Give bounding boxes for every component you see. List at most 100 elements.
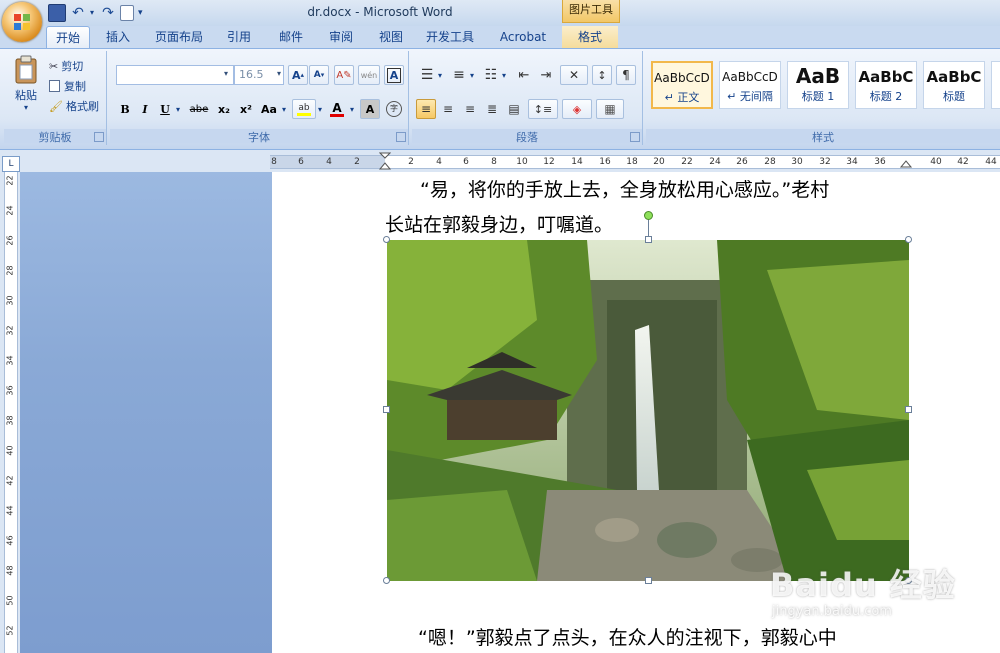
chevron-down-icon[interactable]: ▾ [282,105,286,114]
chinese-layout-icon[interactable]: ✕ [560,65,588,85]
font-name-select[interactable] [116,65,234,85]
chevron-down-icon[interactable]: ▾ [470,71,474,80]
bullets-icon[interactable]: ☰ [416,65,438,85]
chevron-down-icon[interactable]: ▾ [176,105,180,114]
shading-bucket-icon[interactable]: ◈ [562,99,592,119]
highlight-color-button[interactable]: ab [292,99,316,119]
save-icon[interactable] [48,4,66,22]
resize-handle[interactable] [905,406,912,413]
chevron-down-icon[interactable]: ▾ [502,71,506,80]
vertical-ruler-tick-label: 24 [5,205,15,216]
phonetic-guide-icon[interactable]: wén [358,65,380,85]
align-center-icon[interactable]: ≡ [438,99,458,119]
line-spacing-icon[interactable]: ↕≡ [528,99,558,119]
resize-handle[interactable] [383,577,390,584]
paragraph-line[interactable]: “易，将你的手放上去，全身放松用心感应。”老村 [420,175,829,202]
ruler-tick-label: 24 [709,157,721,167]
dialog-launcher-icon[interactable] [94,132,104,142]
tab-mailings[interactable]: 邮件 [270,26,312,48]
font-group: ▾ 16.5 ▾ A ▴ A ▾ A✎ wén A B I U ▾ abe x₂ x²… [110,51,409,145]
resize-handle[interactable] [645,577,652,584]
tab-view[interactable]: 视图 [370,26,412,48]
chevron-down-icon[interactable]: ▾ [318,105,322,114]
character-shading-button[interactable]: A [360,99,380,119]
ruler-tick-label: 44 [985,157,997,167]
paste-button[interactable]: 粘贴 ▾ [8,53,44,113]
tab-insert[interactable]: 插入 [96,26,140,48]
style-title[interactable]: AaBbC 标题 [923,61,985,109]
redo-icon[interactable]: ↷ [100,5,116,21]
change-case-button[interactable]: Aa [258,99,280,119]
style-sample: AaB [795,64,841,88]
justify-icon[interactable]: ≣ [482,99,502,119]
style-no-spacing[interactable]: AaBbCcD ↵ 无间隔 [719,61,781,109]
customize-qat-icon[interactable]: ▾ [138,5,146,21]
ruler-tick-label: 6 [463,157,469,167]
italic-button[interactable]: I [136,99,154,119]
resize-handle[interactable] [383,406,390,413]
rotate-handle-icon[interactable] [644,211,653,220]
resize-handle[interactable] [383,236,390,243]
ruler-tick-label: 6 [298,157,304,167]
inserted-picture[interactable] [387,240,909,581]
scissors-icon: ✂ [49,59,59,73]
numbering-icon[interactable]: ≡ [448,65,470,85]
underline-button[interactable]: U [156,99,174,119]
tab-review[interactable]: 审阅 [320,26,362,48]
cut-button[interactable]: ✂ 剪切 [48,57,104,75]
tab-home[interactable]: 开始 [46,26,90,49]
style-sample: AaBbC [858,68,914,86]
chevron-down-icon[interactable]: ▾ [350,105,354,114]
paragraph-line[interactable]: 长站在郭毅身边，叮嘱道。 [385,210,613,237]
undo-dropdown-icon[interactable]: ▾ [90,5,96,21]
subscript-button[interactable]: x₂ [214,99,234,119]
borders-icon[interactable]: ▦ [596,99,624,119]
multilevel-list-icon[interactable]: ☷ [480,65,502,85]
vertical-ruler-tick-label: 40 [5,445,15,456]
ruler-tick-label: 34 [846,157,858,167]
style-normal[interactable]: AaBbCcD ↵ 正文 [651,61,713,109]
font-color-button[interactable]: A [326,99,348,119]
enclose-characters-icon[interactable]: 字 [384,99,404,119]
dialog-launcher-icon[interactable] [630,132,640,142]
clear-formatting-icon[interactable]: A✎ [334,65,354,85]
print-preview-icon[interactable] [120,5,134,21]
strikethrough-button[interactable]: abe [186,99,212,119]
copy-button[interactable]: 复制 [48,77,104,95]
tab-developer[interactable]: 开发工具 [420,26,480,48]
style-name: 标题 1 [801,90,835,103]
tab-acrobat[interactable]: Acrobat [492,26,554,48]
vertical-ruler-tick-label: 34 [5,355,15,366]
tab-references[interactable]: 引用 [218,26,260,48]
dialog-launcher-icon[interactable] [396,132,406,142]
align-left-icon[interactable]: ≡ [416,99,436,119]
align-right-icon[interactable]: ≡ [460,99,480,119]
indent-marker-icon[interactable] [379,152,391,170]
tab-picture-format[interactable]: 格式 [562,26,618,48]
increase-indent-icon[interactable]: ⇥ [536,65,556,85]
undo-icon[interactable]: ↶ [70,5,86,21]
vertical-ruler-tick-label: 32 [5,325,15,336]
clipboard-group: 粘贴 ▾ ✂ 剪切 复制 🖌 格式刷 剪贴板 [4,51,107,145]
right-indent-marker-icon[interactable] [900,158,912,168]
chevron-down-icon[interactable]: ▾ [438,71,442,80]
grow-font-button[interactable]: A ▴ [288,65,308,85]
ruler-tick-label: 18 [626,157,638,167]
office-button[interactable] [2,2,42,42]
show-formatting-marks-icon[interactable]: ¶ [616,65,636,85]
sort-icon[interactable]: ↕ [592,65,612,85]
superscript-button[interactable]: x² [236,99,256,119]
resize-handle[interactable] [645,236,652,243]
font-size-select[interactable]: 16.5 ▾ [234,65,284,85]
distribute-icon[interactable]: ▤ [504,99,524,119]
character-border-button[interactable]: A [384,65,404,85]
decrease-indent-icon[interactable]: ⇤ [514,65,534,85]
style-more[interactable] [991,61,1000,109]
resize-handle[interactable] [905,236,912,243]
format-painter-button[interactable]: 🖌 格式刷 [48,97,106,115]
style-heading-2[interactable]: AaBbC 标题 2 [855,61,917,109]
style-heading-1[interactable]: AaB 标题 1 [787,61,849,109]
shrink-font-button[interactable]: A ▾ [309,65,329,85]
bold-button[interactable]: B [116,99,134,119]
tab-page-layout[interactable]: 页面布局 [150,26,208,48]
